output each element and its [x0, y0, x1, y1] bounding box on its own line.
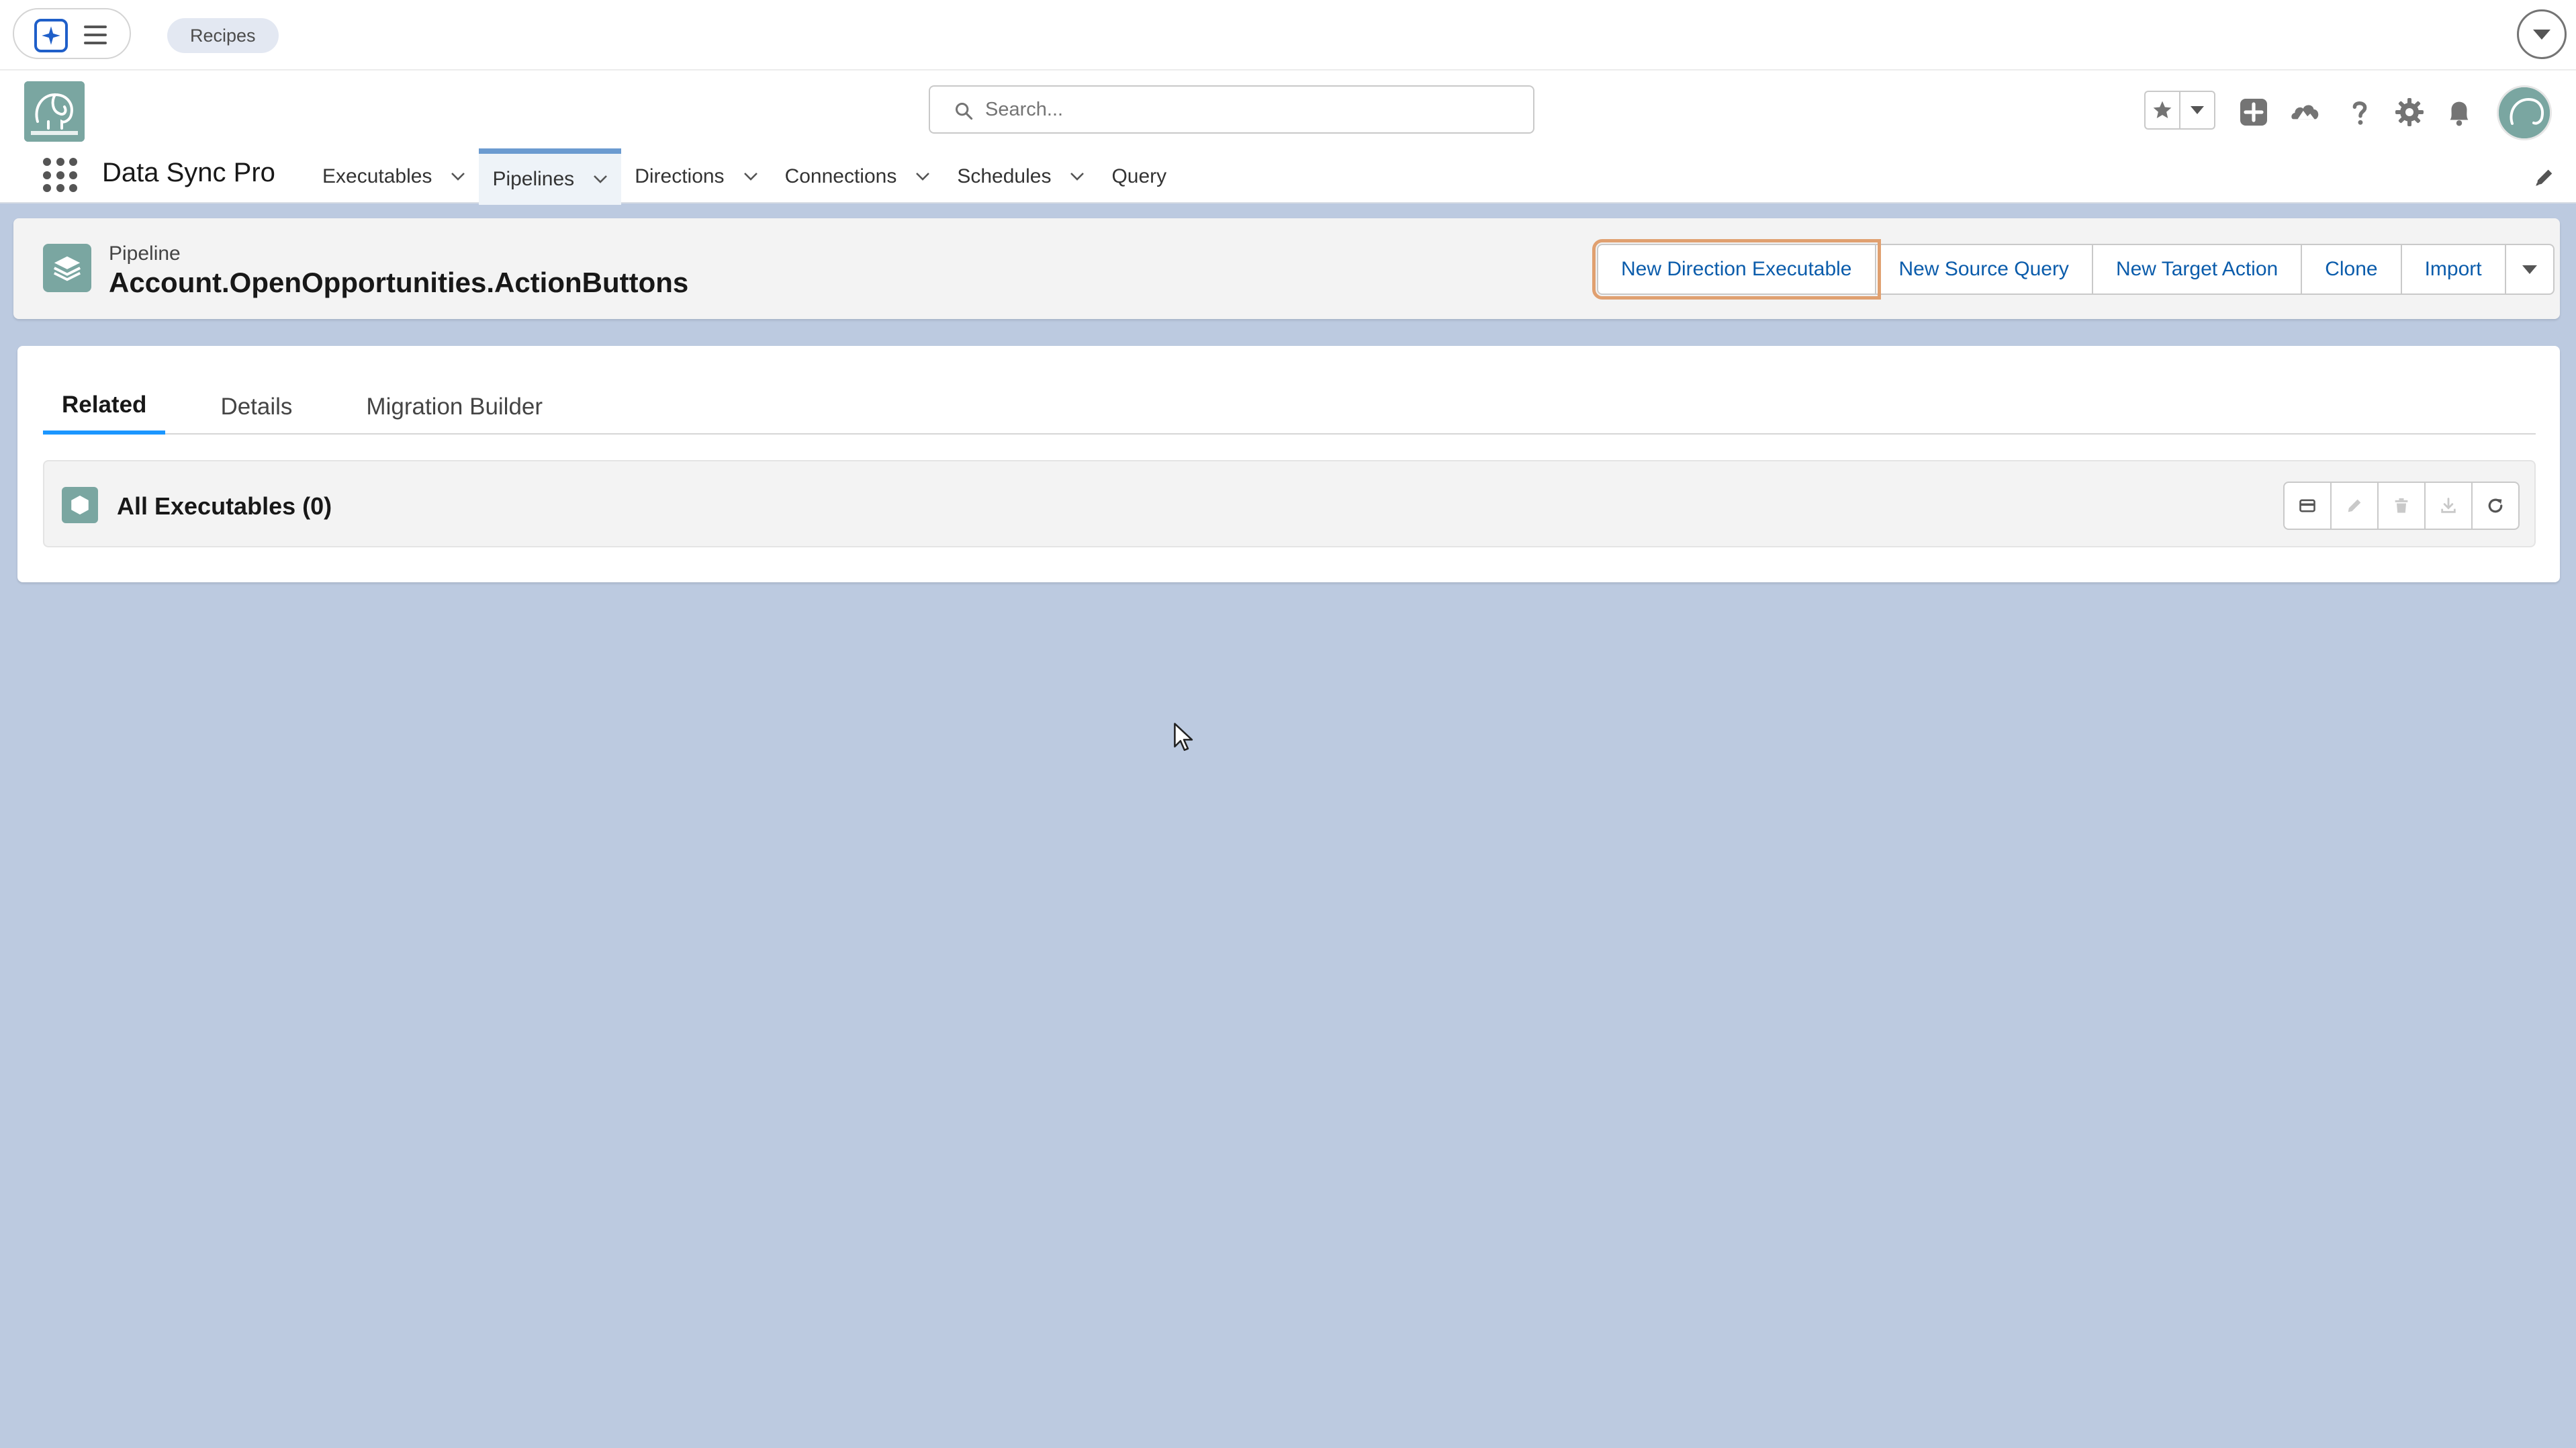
notifications-button[interactable]	[2442, 95, 2477, 130]
nav-item-pipelines[interactable]: Pipelines	[479, 148, 622, 205]
nav-item-query[interactable]: Query	[1098, 148, 1180, 205]
global-search[interactable]	[929, 85, 1534, 134]
related-list-all-executables: All Executables (0)	[43, 460, 2536, 547]
mouse-cursor-icon	[1174, 723, 1193, 751]
nav-item-executables[interactable]: Executables	[309, 148, 479, 205]
nav-item-label: Schedules	[957, 165, 1052, 187]
chevron-down-icon	[2191, 106, 2204, 114]
app-launcher-icon[interactable]	[43, 158, 78, 193]
trailhead-button[interactable]	[2289, 95, 2324, 130]
utility-bar: Recipes	[0, 0, 2576, 69]
delete-button[interactable]	[2377, 482, 2426, 530]
record-actions: New Direction Executable New Source Quer…	[1592, 239, 2555, 300]
bell-icon	[2450, 101, 2469, 126]
favorite-star-button[interactable]	[2146, 92, 2180, 128]
app-name: Data Sync Pro	[102, 158, 275, 187]
nav-item-schedules[interactable]: Schedules	[944, 148, 1098, 205]
search-icon	[955, 102, 973, 120]
elephant-logo-icon	[24, 81, 85, 142]
nav-item-label: Pipelines	[492, 168, 575, 190]
nav-item-label: Query	[1111, 165, 1167, 187]
record-tabs-card: Related Details Migration Builder All Ex…	[17, 346, 2560, 582]
nav-item-label: Executables	[322, 165, 432, 187]
download-icon	[2441, 498, 2456, 513]
recipes-button[interactable]: Recipes	[167, 18, 279, 53]
chevron-down-icon[interactable]	[451, 172, 465, 181]
nav-item-directions[interactable]: Directions	[621, 148, 771, 205]
nav-item-label: Directions	[635, 165, 725, 187]
gear-icon	[2395, 98, 2424, 126]
chevron-down-icon[interactable]	[743, 172, 758, 181]
nav-item-connections[interactable]: Connections	[772, 148, 944, 205]
chevron-down-icon[interactable]	[1070, 172, 1085, 181]
chevron-down-icon[interactable]	[593, 175, 608, 184]
new-target-action-button[interactable]: New Target Action	[2091, 244, 2303, 295]
org-logo[interactable]	[24, 81, 85, 142]
pipeline-layers-icon	[43, 244, 91, 292]
agent-pill	[13, 8, 131, 59]
clone-button[interactable]: Clone	[2301, 244, 2402, 295]
refresh-button[interactable]	[2471, 482, 2520, 530]
chevron-down-icon[interactable]	[915, 172, 930, 181]
chevron-down-icon[interactable]	[2517, 9, 2567, 59]
setup-button[interactable]	[2392, 95, 2427, 130]
list-view-button[interactable]	[2283, 482, 2332, 530]
cloud-mountain-icon	[2291, 105, 2319, 120]
nav-bar: Executables Pipelines Directions Connect…	[309, 148, 1180, 205]
sparkle-icon	[42, 26, 60, 45]
edit-button[interactable]	[2330, 482, 2379, 530]
tab-related[interactable]: Related	[43, 379, 166, 435]
new-direction-executable-button[interactable]: New Direction Executable	[1592, 239, 1881, 300]
related-list-actions	[2283, 482, 2520, 530]
trash-icon	[2395, 498, 2408, 513]
search-input[interactable]	[985, 92, 1509, 127]
plus-square-icon	[2240, 99, 2267, 126]
download-button[interactable]	[2424, 482, 2473, 530]
star-icon	[2153, 101, 2172, 118]
global-header: Data Sync Pro Executables Pipelines Dire…	[0, 69, 2576, 205]
card-icon	[2299, 499, 2315, 512]
menu-icon[interactable]	[84, 26, 107, 44]
record-type-label: Pipeline	[109, 242, 181, 265]
favorites-group	[2144, 91, 2215, 130]
tab-details[interactable]: Details	[201, 379, 311, 435]
question-icon	[2352, 101, 2367, 125]
nav-item-label: Connections	[784, 165, 897, 187]
record-header: Pipeline Account.OpenOpportunities.Actio…	[13, 218, 2560, 319]
chevron-down-icon	[2522, 265, 2537, 274]
pencil-icon	[2348, 499, 2361, 512]
import-button[interactable]: Import	[2400, 244, 2506, 295]
agent-sparkle-button[interactable]	[34, 19, 68, 52]
tab-migration-builder[interactable]: Migration Builder	[347, 379, 561, 435]
pencil-icon[interactable]	[2533, 166, 2556, 189]
refresh-icon	[2488, 498, 2503, 513]
related-list-title: All Executables (0)	[117, 492, 332, 520]
help-button[interactable]	[2342, 95, 2377, 130]
global-actions-button[interactable]	[2236, 95, 2271, 130]
user-avatar-icon	[2499, 87, 2550, 138]
user-avatar[interactable]	[2497, 85, 2552, 140]
record-title: Account.OpenOpportunities.ActionButtons	[109, 267, 689, 298]
tab-bar: Related Details Migration Builder	[43, 379, 2536, 435]
more-actions-button[interactable]	[2504, 244, 2555, 295]
new-source-query-button[interactable]: New Source Query	[1874, 244, 2093, 295]
favorites-list-button[interactable]	[2180, 92, 2214, 128]
executable-icon	[62, 487, 98, 523]
